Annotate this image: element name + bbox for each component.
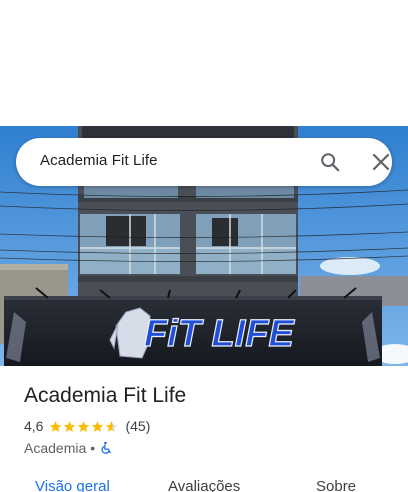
place-tabs: Visão geral Avaliações Sobre (0, 472, 408, 492)
close-icon (372, 153, 390, 171)
star-icon (92, 420, 104, 432)
search-input[interactable]: Academia Fit Life (40, 152, 158, 169)
clear-search-button[interactable] (367, 148, 395, 176)
star-half-icon (106, 420, 118, 432)
search-bar[interactable]: Academia Fit Life (16, 138, 392, 186)
place-category: Academia (24, 440, 87, 456)
rating-value: 4,6 (24, 418, 44, 434)
sign-text: FiT LIFE (144, 313, 296, 355)
tab-about[interactable]: Sobre (316, 478, 356, 492)
tab-overview[interactable]: Visão geral (35, 478, 110, 492)
rating-stars (49, 420, 119, 433)
tab-reviews[interactable]: Avaliações (168, 478, 240, 492)
star-icon (50, 420, 62, 432)
search-button[interactable] (316, 148, 344, 176)
separator-dot: • (90, 440, 96, 456)
category-row: Academia • (24, 440, 113, 456)
top-blank-area (0, 0, 408, 126)
search-icon (321, 153, 340, 172)
place-title: Academia Fit Life (24, 384, 187, 407)
star-icon (78, 420, 90, 432)
wheelchair-accessible-icon (101, 441, 111, 454)
star-icon (64, 420, 76, 432)
review-count[interactable]: (45) (125, 418, 150, 434)
rating-row[interactable]: 4,6 (45) (24, 418, 150, 434)
